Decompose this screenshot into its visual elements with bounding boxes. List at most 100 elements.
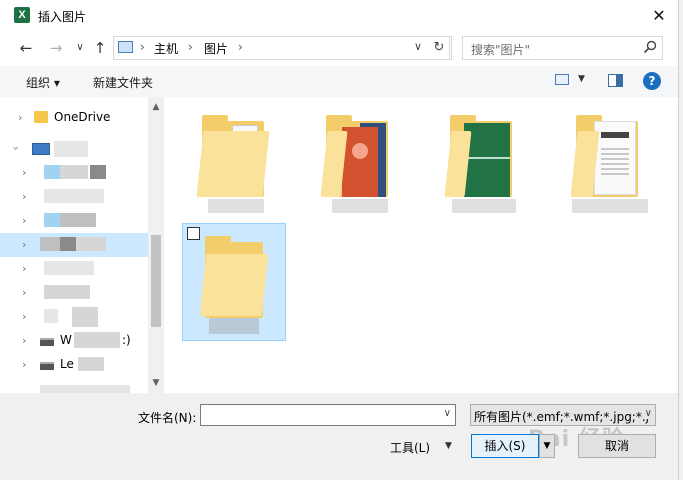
- sidebar-item-label: OneDrive: [54, 110, 111, 124]
- expand-chevron-icon[interactable]: ›: [22, 310, 26, 323]
- up-button[interactable]: ↑: [90, 39, 110, 57]
- drive-icon: [40, 362, 54, 370]
- sidebar-item-label: W: [60, 333, 72, 347]
- blurred-item-label: [209, 318, 259, 334]
- sidebar-item-drive-w[interactable]: › W :): [0, 329, 148, 353]
- folder-icon-front: [196, 131, 270, 197]
- organize-menu[interactable]: 组织 ▾: [26, 74, 60, 91]
- sidebar-item[interactable]: ›: [0, 161, 148, 185]
- blurred-icon: [44, 165, 60, 179]
- location-icon: [118, 41, 133, 53]
- insert-picture-dialog: X 插入图片 ✕ ← → ∨ ↑ › 主机 › 图片 › ∨ ↻ 搜索"图片" …: [0, 0, 683, 480]
- help-icon[interactable]: ?: [643, 72, 661, 90]
- scroll-up-icon[interactable]: ▲: [148, 99, 164, 115]
- forward-button[interactable]: →: [46, 39, 66, 57]
- expand-chevron-icon[interactable]: ›: [18, 111, 22, 124]
- sidebar-item-selected[interactable]: ›: [0, 233, 148, 257]
- folder-item[interactable]: [566, 101, 654, 213]
- blurred-item-label: [452, 199, 516, 213]
- sidebar-item[interactable]: [0, 379, 148, 393]
- blurred-label: [60, 237, 76, 251]
- scrollbar-thumb[interactable]: [151, 235, 161, 327]
- filename-dropdown-icon[interactable]: ∨: [444, 408, 451, 419]
- tools-menu[interactable]: 工具(L): [390, 439, 430, 456]
- dialog-footer: 文件名(N): ∨ 所有图片(*.emf;*.wmf;*.jpg;*.j ∨ B…: [0, 393, 683, 480]
- close-button[interactable]: ✕: [647, 4, 671, 28]
- blurred-label: [90, 165, 106, 179]
- breadcrumb-item-host[interactable]: 主机: [154, 40, 178, 57]
- breadcrumb-separator[interactable]: ›: [140, 40, 145, 54]
- sidebar-item[interactable]: ›: [0, 281, 148, 305]
- collapse-chevron-icon[interactable]: ›: [10, 146, 23, 150]
- sidebar-item[interactable]: ›: [0, 185, 148, 209]
- expand-chevron-icon[interactable]: ›: [22, 214, 26, 227]
- sidebar-item[interactable]: ›: [0, 305, 148, 329]
- computer-icon: [32, 143, 50, 155]
- search-input[interactable]: 搜索"图片": [471, 41, 530, 58]
- refresh-button[interactable]: ↻: [429, 36, 450, 60]
- blurred-label: [60, 165, 88, 179]
- filter-dropdown-icon[interactable]: ∨: [642, 408, 652, 419]
- sidebar-item[interactable]: ›: [0, 209, 148, 233]
- blurred-label: [44, 261, 94, 275]
- expand-chevron-icon[interactable]: ›: [22, 358, 26, 371]
- search-box[interactable]: 搜索"图片": [462, 36, 663, 60]
- excel-app-icon: X: [14, 7, 30, 23]
- filename-input[interactable]: ∨: [200, 404, 456, 426]
- cancel-button[interactable]: 取消: [578, 434, 656, 458]
- blurred-label: [44, 285, 90, 299]
- view-dropdown-icon[interactable]: ▼: [578, 74, 585, 84]
- blurred-label: [60, 213, 96, 227]
- insert-button[interactable]: 插入(S): [471, 434, 539, 458]
- sidebar-item-this-pc[interactable]: ›: [0, 137, 148, 161]
- blurred-label: [40, 385, 130, 393]
- folder-item[interactable]: [316, 101, 404, 213]
- expand-chevron-icon[interactable]: ›: [22, 190, 26, 203]
- expand-chevron-icon[interactable]: ›: [22, 262, 26, 275]
- tools-dropdown-icon[interactable]: ▼: [445, 441, 452, 451]
- blurred-icon: [40, 237, 60, 251]
- recent-locations-button[interactable]: ∨: [70, 39, 90, 57]
- breadcrumb-separator[interactable]: ›: [188, 40, 193, 54]
- sidebar-item-label: Le: [60, 357, 74, 371]
- folder-item-selected[interactable]: [182, 223, 286, 341]
- sidebar-item-drive-le[interactable]: › Le: [0, 353, 148, 377]
- change-view-icon[interactable]: [555, 74, 569, 85]
- blurred-label: [76, 237, 106, 251]
- back-button[interactable]: ←: [16, 39, 36, 57]
- blurred-item-label: [572, 199, 648, 213]
- navigation-pane-scrollbar[interactable]: ▲ ▼: [148, 97, 164, 393]
- document-thumbnail: [594, 121, 636, 195]
- expand-chevron-icon[interactable]: ›: [22, 166, 26, 179]
- blurred-label: [78, 357, 104, 371]
- folder-icon: [34, 111, 48, 123]
- document-thumbnail: [342, 127, 378, 197]
- sidebar-item-label-suffix: :): [122, 333, 131, 347]
- selection-checkbox[interactable]: [187, 227, 200, 240]
- folder-icon-front: [199, 254, 269, 316]
- insert-options-button[interactable]: ▼: [539, 434, 555, 458]
- folder-item[interactable]: [192, 101, 280, 213]
- blurred-item-label: [332, 199, 388, 213]
- command-toolbar: 组织 ▾ 新建文件夹 ▼ ?: [0, 66, 683, 98]
- breadcrumb-separator[interactable]: ›: [238, 40, 243, 54]
- blurred-icon: [44, 213, 60, 227]
- new-folder-button[interactable]: 新建文件夹: [93, 74, 153, 91]
- address-dropdown-icon[interactable]: ∨: [414, 40, 422, 53]
- sidebar-item[interactable]: ›: [0, 257, 148, 281]
- expand-chevron-icon[interactable]: ›: [22, 238, 26, 251]
- address-bar[interactable]: › 主机 › 图片 › ∨: [113, 36, 452, 60]
- blurred-label: [72, 307, 98, 327]
- scroll-down-icon[interactable]: ▼: [148, 375, 164, 391]
- blurred-icon: [44, 309, 58, 323]
- folder-item[interactable]: [440, 101, 528, 213]
- title-bar: X 插入图片 ✕: [0, 0, 683, 32]
- window-title: 插入图片: [38, 10, 87, 24]
- sidebar-item-onedrive[interactable]: › OneDrive: [0, 106, 148, 130]
- navigation-pane: › OneDrive › › › › › › › › › W:) › Le: [0, 97, 148, 393]
- expand-chevron-icon[interactable]: ›: [22, 334, 26, 347]
- breadcrumb-item-pictures[interactable]: 图片: [204, 40, 228, 57]
- search-icon[interactable]: [642, 39, 658, 55]
- expand-chevron-icon[interactable]: ›: [22, 286, 26, 299]
- preview-pane-icon[interactable]: [608, 74, 623, 87]
